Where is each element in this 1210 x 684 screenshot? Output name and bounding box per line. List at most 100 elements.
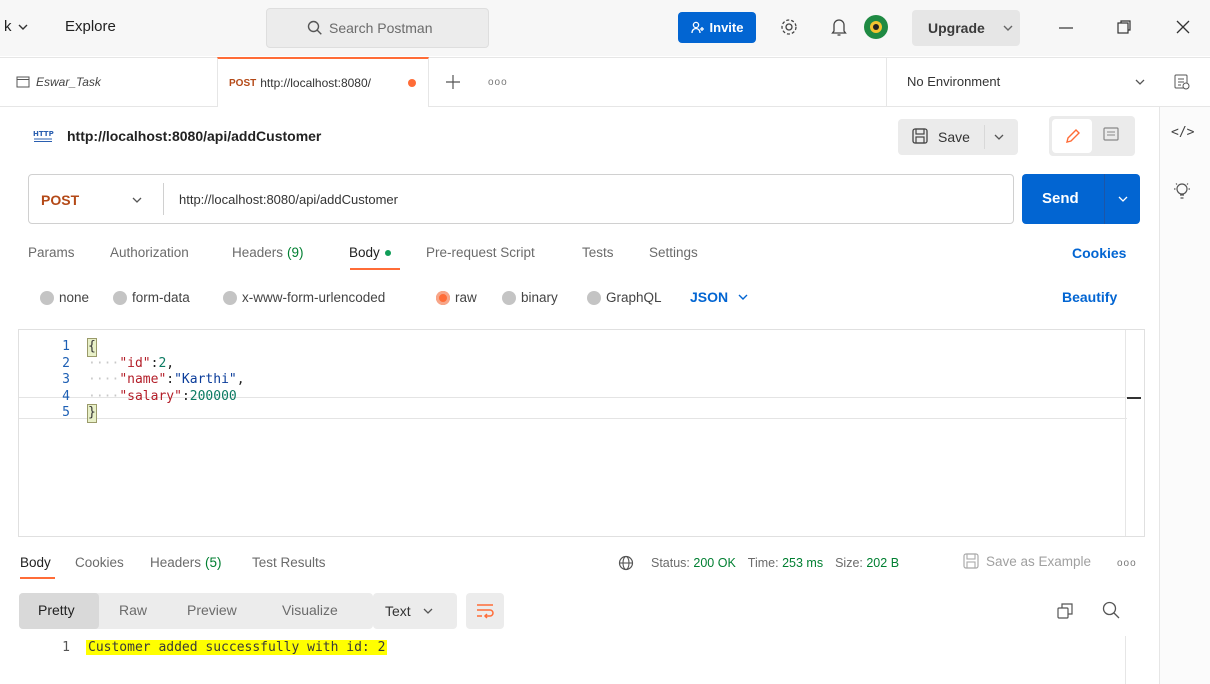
upgrade-button[interactable]: Upgrade bbox=[912, 10, 1020, 46]
tab-active-title: POST http://localhost:8080/ bbox=[229, 76, 419, 90]
editor-scrollbar[interactable] bbox=[1125, 330, 1142, 536]
response-tab-cookies[interactable]: Cookies bbox=[75, 555, 124, 570]
status-info[interactable]: Status: 200 OK bbox=[651, 556, 736, 570]
tab-collection-label: Eswar_Task bbox=[36, 75, 101, 89]
tab-settings[interactable]: Settings bbox=[649, 245, 698, 260]
tab-headers[interactable]: Headers (9) bbox=[232, 245, 304, 260]
http-icon: HTTP bbox=[32, 127, 54, 143]
cookies-link[interactable]: Cookies bbox=[1072, 245, 1126, 261]
line-number: 1 bbox=[62, 339, 70, 354]
response-tab-test-results[interactable]: Test Results bbox=[252, 555, 326, 570]
json-value: 2 bbox=[158, 355, 167, 371]
response-format-label: Text bbox=[385, 603, 411, 619]
comment-icon[interactable] bbox=[1103, 127, 1119, 143]
code-snippet-icon[interactable]: </> bbox=[1171, 125, 1194, 140]
tab-body[interactable]: Body bbox=[349, 245, 391, 260]
json-colon: : bbox=[166, 372, 175, 387]
wrap-lines-button[interactable] bbox=[466, 593, 504, 629]
tab-authorization[interactable]: Authorization bbox=[110, 245, 189, 260]
json-key: "name" bbox=[119, 372, 167, 387]
response-tab-underline bbox=[20, 577, 55, 579]
tab-params[interactable]: Params bbox=[28, 245, 75, 260]
radio-circle bbox=[40, 290, 54, 305]
status-label: Status: bbox=[651, 556, 690, 570]
send-button[interactable]: Send bbox=[1022, 174, 1140, 224]
radio-binary[interactable]: binary bbox=[502, 290, 558, 305]
environment-selector[interactable]: No Environment bbox=[886, 58, 1160, 106]
minimize-icon[interactable] bbox=[1059, 27, 1073, 29]
view-mode-pretty[interactable]: Pretty bbox=[38, 602, 75, 618]
save-divider bbox=[984, 125, 985, 149]
json-colon: : bbox=[150, 355, 159, 371]
plus-icon[interactable] bbox=[446, 75, 460, 89]
line-number: 1 bbox=[62, 640, 70, 655]
tab-pre-request-script[interactable]: Pre-request Script bbox=[426, 245, 535, 260]
send-label: Send bbox=[1042, 190, 1079, 207]
code-line: 5 } bbox=[50, 404, 245, 423]
radio-form-data[interactable]: form-data bbox=[113, 290, 190, 305]
copy-icon[interactable] bbox=[1057, 603, 1073, 619]
size-value: 202 B bbox=[866, 556, 900, 570]
line-number: 2 bbox=[62, 355, 70, 371]
avatar[interactable] bbox=[861, 12, 891, 42]
tab-tests[interactable]: Tests bbox=[582, 245, 614, 260]
save-button[interactable]: Save bbox=[898, 119, 1018, 155]
edit-mode-button[interactable] bbox=[1052, 119, 1092, 153]
json-comma: , bbox=[166, 355, 175, 371]
close-icon[interactable] bbox=[1176, 20, 1190, 34]
tab-headers-label: Headers bbox=[232, 245, 284, 260]
invite-button[interactable]: Invite bbox=[678, 12, 756, 43]
format-select[interactable]: JSON bbox=[690, 289, 748, 305]
top-bar bbox=[0, 0, 1210, 56]
radio-none[interactable]: none bbox=[40, 290, 89, 305]
view-mode-preview[interactable]: Preview bbox=[187, 602, 237, 618]
time-info[interactable]: Time: 253 ms bbox=[748, 556, 823, 570]
chevron-down-icon[interactable] bbox=[994, 134, 1004, 140]
tab-headers-count: (9) bbox=[287, 245, 304, 260]
radio-circle bbox=[223, 290, 237, 305]
search-input[interactable]: Search Postman bbox=[266, 8, 489, 48]
globe-icon[interactable] bbox=[618, 555, 634, 571]
response-tab-headers[interactable]: Headers (5) bbox=[150, 555, 222, 570]
response-tab-body[interactable]: Body bbox=[20, 555, 51, 570]
environment-label: No Environment bbox=[907, 74, 1001, 89]
url-bar bbox=[28, 174, 1014, 224]
beautify-link[interactable]: Beautify bbox=[1062, 289, 1117, 305]
request-title[interactable]: http://localhost:8080/api/addCustomer bbox=[67, 128, 321, 144]
response-scrollbar[interactable] bbox=[1125, 636, 1142, 684]
response-more-button[interactable]: ooo bbox=[1117, 558, 1137, 569]
url-input[interactable]: http://localhost:8080/api/addCustomer bbox=[179, 192, 398, 207]
response-format-select[interactable]: Text bbox=[373, 593, 457, 629]
json-comma: , bbox=[236, 372, 245, 387]
lightbulb-icon[interactable] bbox=[1173, 181, 1191, 201]
workspace-name-fragment: k bbox=[4, 18, 12, 35]
time-label: Time: bbox=[747, 556, 779, 570]
radio-label: form-data bbox=[132, 290, 190, 305]
bell-icon[interactable] bbox=[831, 17, 847, 37]
json-colon: : bbox=[181, 388, 190, 404]
size-info[interactable]: Size: 202 B bbox=[835, 556, 899, 570]
chevron-down-icon[interactable] bbox=[1118, 196, 1128, 202]
indent-dots: ···· bbox=[88, 372, 120, 387]
tab-collection[interactable]: Eswar_Task bbox=[16, 75, 101, 89]
explore-link[interactable]: Explore bbox=[65, 18, 116, 35]
radio-circle bbox=[587, 290, 601, 305]
radio-raw[interactable]: raw bbox=[436, 290, 477, 305]
radio-urlencoded[interactable]: x-www-form-urlencoded bbox=[223, 290, 385, 305]
workspace-switcher[interactable]: k bbox=[4, 18, 28, 35]
radio-graphql[interactable]: GraphQL bbox=[587, 290, 662, 305]
save-as-example-button[interactable]: Save as Example bbox=[963, 553, 1091, 569]
json-value: 200000 bbox=[189, 388, 237, 404]
view-mode-visualize[interactable]: Visualize bbox=[282, 602, 338, 618]
method-select[interactable]: POST bbox=[29, 175, 163, 223]
environment-quick-look-icon[interactable] bbox=[1174, 74, 1190, 90]
more-tabs-button[interactable]: ooo bbox=[488, 77, 508, 88]
gear-icon[interactable] bbox=[779, 17, 799, 37]
view-mode-raw[interactable]: Raw bbox=[119, 602, 147, 618]
radio-circle bbox=[113, 290, 127, 305]
tab-body-underline bbox=[350, 268, 400, 270]
send-divider bbox=[1104, 174, 1105, 224]
restore-icon[interactable] bbox=[1117, 20, 1131, 34]
search-icon[interactable] bbox=[1102, 601, 1120, 619]
indent-dots: ···· bbox=[88, 355, 120, 371]
